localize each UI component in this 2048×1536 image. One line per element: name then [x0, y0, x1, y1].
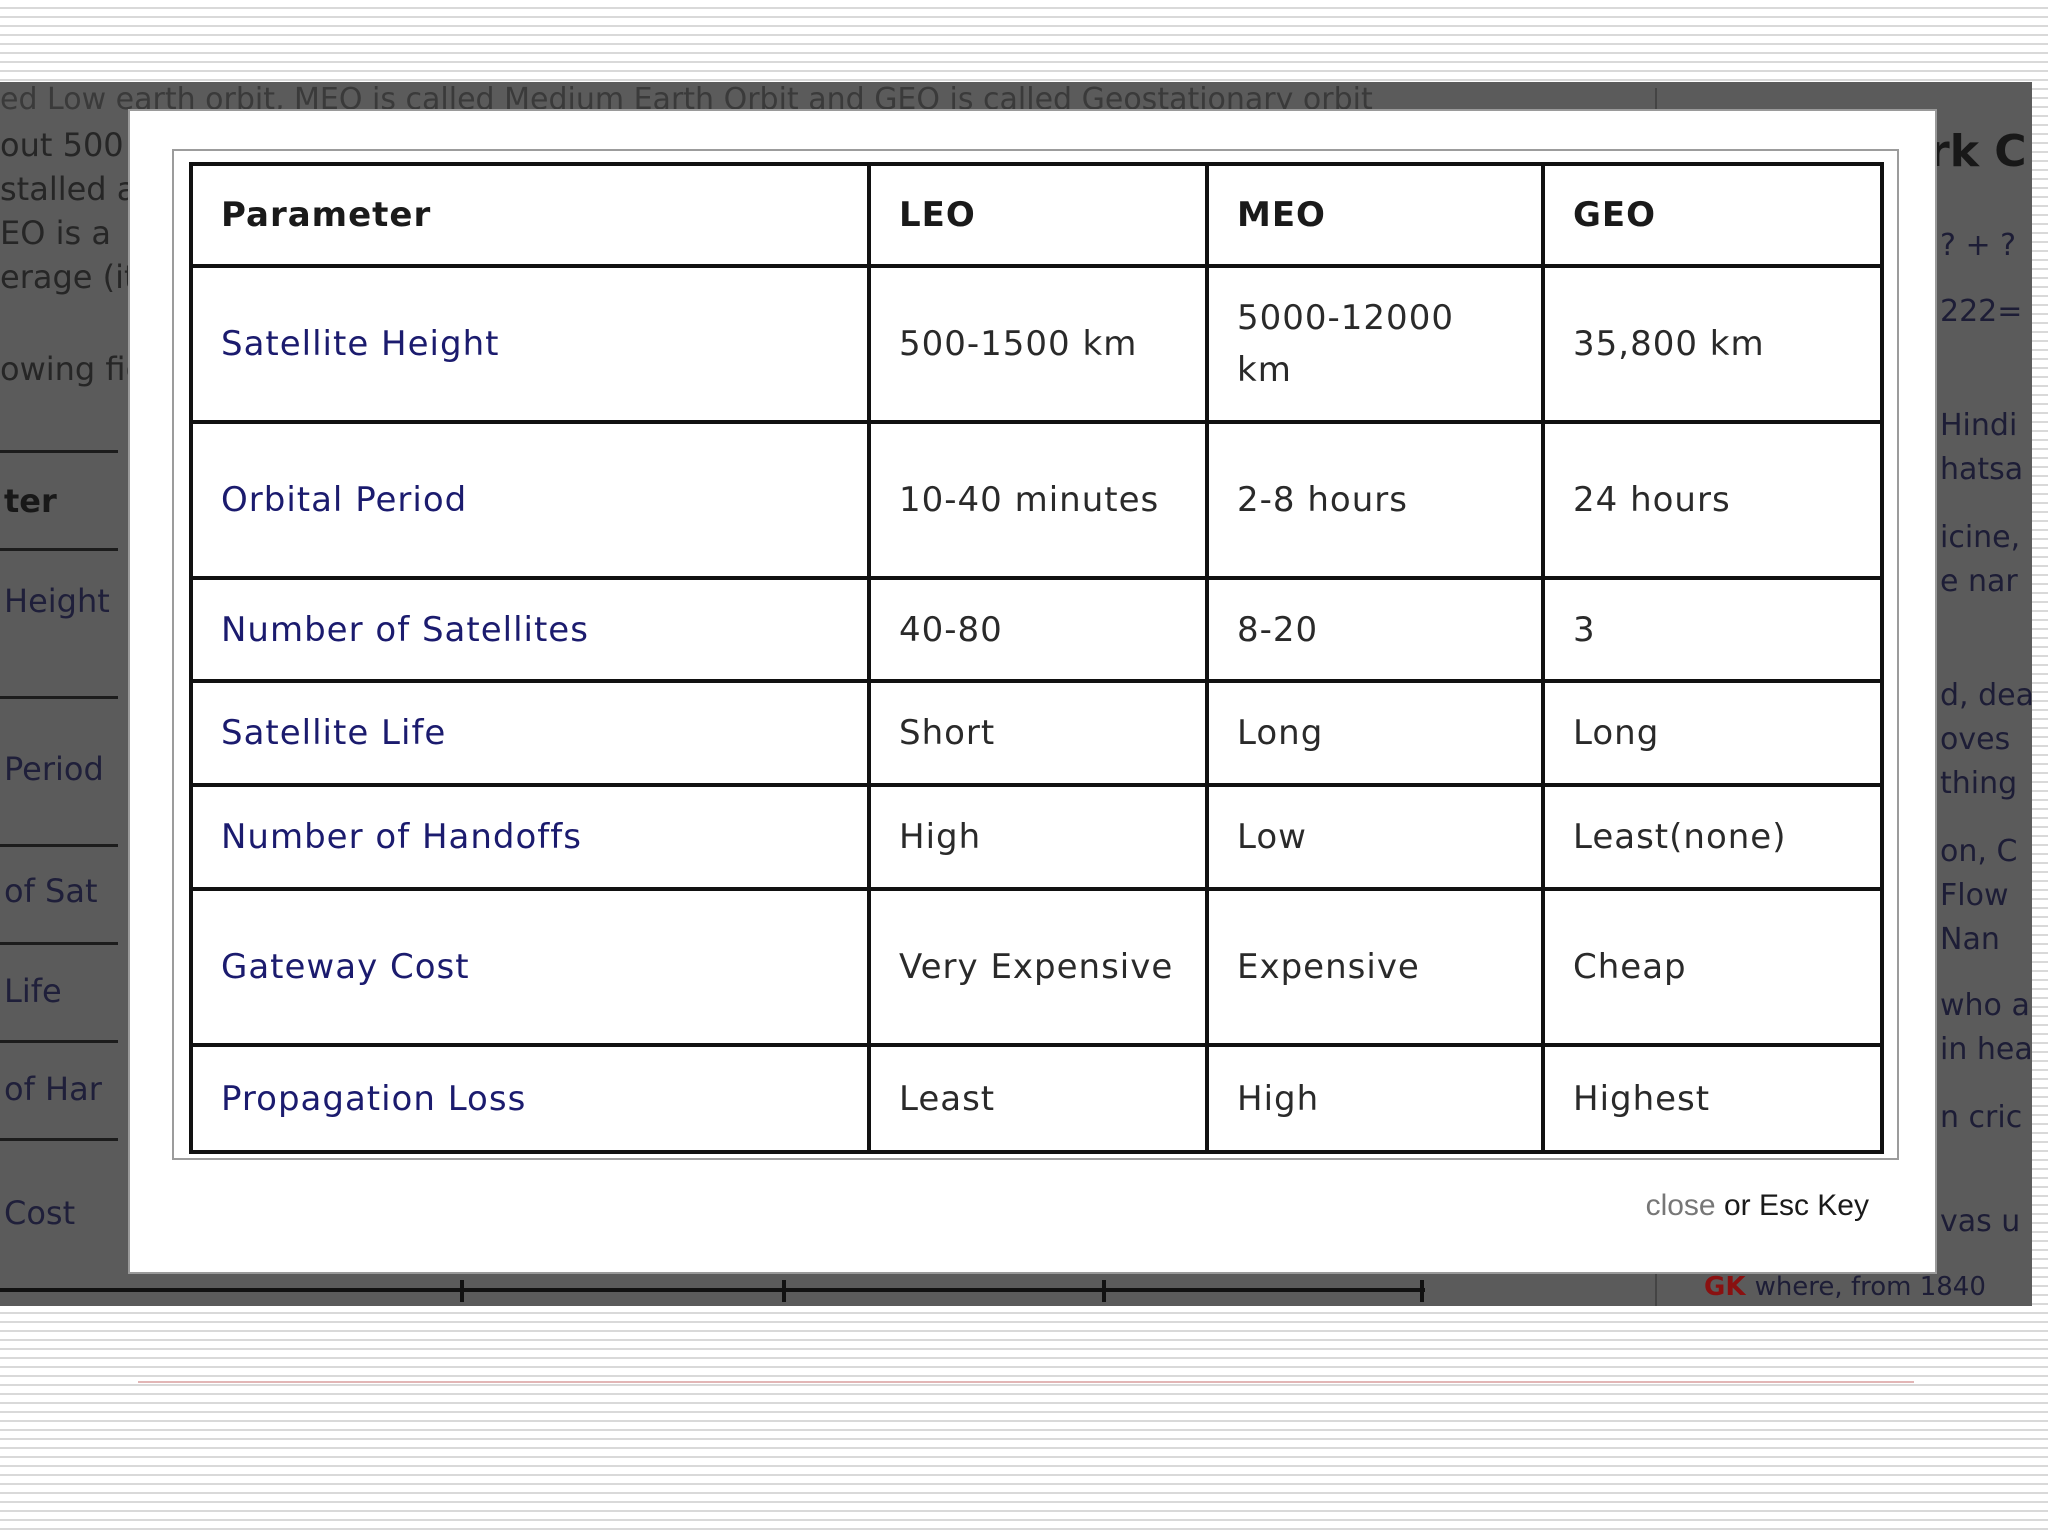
table-cell-parameter: Satellite Height: [189, 264, 871, 424]
table-cell: Least(none): [1541, 783, 1884, 891]
background-text-line: owing fig: [0, 350, 146, 388]
table-cell: Expensive: [1205, 887, 1545, 1047]
table-cell: 3: [1541, 576, 1884, 683]
background-sidebar-line: vas u: [1940, 1204, 2021, 1239]
background-table-rule: [0, 1040, 118, 1043]
background-sidebar-line: oves: [1940, 722, 2011, 757]
column-header: LEO: [867, 162, 1209, 268]
background-table-label: of Sat: [4, 872, 98, 910]
background-table-label: Height: [4, 582, 110, 620]
table-row: Number of Handoffs High Low Least(none): [189, 783, 1884, 891]
background-table-rule: [0, 696, 118, 699]
orbit-comparison-table: Parameter LEO MEO GEO Satellite Height 5…: [189, 162, 1884, 1154]
column-header: Parameter: [189, 162, 871, 268]
table-cell-parameter: Number of Handoffs: [189, 783, 871, 891]
table-row: Gateway Cost Very Expensive Expensive Ch…: [189, 887, 1884, 1047]
background-sidebar-line: in hea: [1940, 1032, 2032, 1067]
background-sidebar-line: e nar: [1940, 564, 2018, 599]
table-cell: Long: [1541, 679, 1884, 787]
gk-logo: GK where, from 1840: [1704, 1272, 1986, 1302]
background-table-rule: [0, 942, 118, 945]
background-sidebar-line: where, from 1840: [1754, 1272, 1986, 1302]
background-table-divider: [1420, 1280, 1424, 1302]
background-table-label: ter: [4, 482, 57, 520]
table-row: Propagation Loss Least High Highest: [189, 1043, 1884, 1154]
background-table-divider: [1102, 1280, 1106, 1302]
background-text-line: erage (it: [0, 258, 137, 296]
table-row: Orbital Period 10-40 minutes 2-8 hours 2…: [189, 420, 1884, 580]
table-cell: 5000-12000 km: [1205, 264, 1545, 424]
background-table-divider: [782, 1280, 786, 1302]
table-cell-parameter: Propagation Loss: [189, 1043, 871, 1154]
table-row: Satellite Height 500-1500 km 5000-12000 …: [189, 264, 1884, 424]
table-cell-parameter: Satellite Life: [189, 679, 871, 787]
background-sidebar-line: who a: [1940, 988, 2030, 1023]
column-header: MEO: [1205, 162, 1545, 268]
background-text-line: EO is a: [0, 214, 111, 252]
close-link[interactable]: close: [1646, 1189, 1716, 1222]
table-cell: High: [1205, 1043, 1545, 1154]
background-sidebar-line: hatsa: [1940, 452, 2024, 487]
background-table-rule: [0, 450, 118, 453]
table-cell: 8-20: [1205, 576, 1545, 683]
slide-footer-rule: [138, 1381, 1914, 1383]
table-cell: Very Expensive: [867, 887, 1209, 1047]
background-table-rule: [0, 548, 118, 551]
close-hint: close or Esc Key: [1646, 1189, 1869, 1223]
background-table-rule: [0, 1138, 118, 1141]
background-sidebar-line: d, dea: [1940, 678, 2032, 713]
table-cell: Short: [867, 679, 1209, 787]
table-row: Number of Satellites 40-80 8-20 3: [189, 576, 1884, 683]
table-cell-parameter: Orbital Period: [189, 420, 871, 580]
table-cell: Cheap: [1541, 887, 1884, 1047]
table-cell: 2-8 hours: [1205, 420, 1545, 580]
table-cell-parameter: Gateway Cost: [189, 887, 871, 1047]
background-sidebar-line: icine,: [1940, 520, 2021, 555]
background-sidebar-line: on, C: [1940, 834, 2018, 869]
lightbox-dialog: Parameter LEO MEO GEO Satellite Height 5…: [130, 111, 1935, 1272]
background-sidebar-line: 222=: [1940, 294, 2023, 329]
background-table-bottom: [0, 1288, 1425, 1292]
background-text-line: out 500: [0, 126, 124, 164]
background-table-label: Period: [4, 750, 104, 788]
table-cell: 500-1500 km: [867, 264, 1209, 424]
column-header: GEO: [1541, 162, 1884, 268]
esc-key-hint: or Esc Key: [1715, 1189, 1869, 1222]
table-cell: Least: [867, 1043, 1209, 1154]
background-sidebar-line: Nan: [1940, 922, 2000, 957]
lightbox-image-frame: Parameter LEO MEO GEO Satellite Height 5…: [172, 149, 1899, 1160]
table-cell: High: [867, 783, 1209, 891]
table-cell: 35,800 km: [1541, 264, 1884, 424]
background-sidebar-line: n cric: [1940, 1100, 2023, 1135]
background-table-label: of Har: [4, 1070, 102, 1108]
background-table-rule: [0, 844, 118, 847]
table-cell: 10-40 minutes: [867, 420, 1209, 580]
background-table-label: Life: [4, 972, 62, 1010]
table-cell: Long: [1205, 679, 1545, 787]
background-sidebar-title: rk C: [1928, 126, 2027, 177]
background-sidebar-line: Hindi: [1940, 408, 2018, 443]
table-cell-parameter: Number of Satellites: [189, 576, 871, 683]
background-table-label: Cost: [4, 1194, 76, 1232]
table-row: Satellite Life Short Long Long: [189, 679, 1884, 787]
table-cell: 40-80: [867, 576, 1209, 683]
table-cell: 24 hours: [1541, 420, 1884, 580]
background-sidebar-line: Flow: [1940, 878, 2009, 913]
table-header-row: Parameter LEO MEO GEO: [189, 162, 1884, 268]
gk-logo-text: GK: [1704, 1272, 1746, 1302]
background-text-line: stalled a: [0, 170, 137, 208]
table-cell: Highest: [1541, 1043, 1884, 1154]
background-sidebar-line: ? + ?: [1940, 228, 2017, 263]
table-cell: Low: [1205, 783, 1545, 891]
background-sidebar-line: thing: [1940, 766, 2018, 801]
background-table-divider: [460, 1280, 464, 1302]
